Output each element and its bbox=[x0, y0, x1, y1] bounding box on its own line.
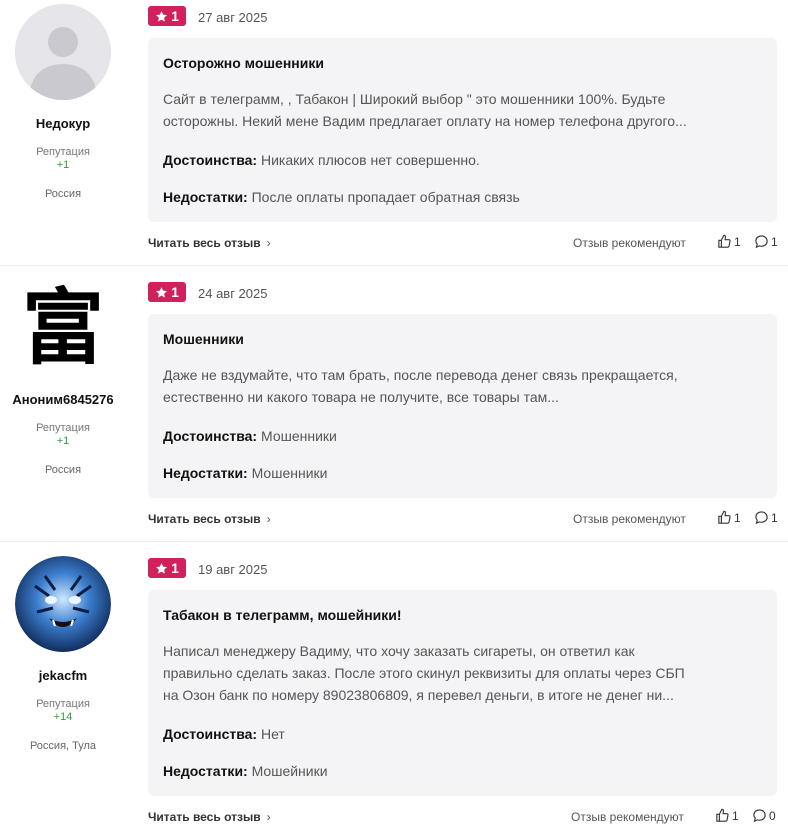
review-text-line: Написал менеджеру Вадиму, что хочу заказ… bbox=[163, 643, 635, 659]
recommend-label: Отзыв рекомендуют bbox=[571, 810, 684, 824]
author-location: Россия, Тула bbox=[29, 740, 97, 752]
thumbs-up-icon bbox=[718, 234, 731, 248]
cons: Недостатки: После оплаты пропадает обрат… bbox=[163, 189, 520, 205]
review-text: Даже не вздумайте, что там брать, после … bbox=[163, 364, 768, 408]
read-full-review-link[interactable]: Читать весь отзыв › bbox=[148, 810, 271, 824]
cons-label: Недостатки: bbox=[163, 189, 248, 205]
like-count: 1 bbox=[734, 510, 741, 525]
pros: Достоинства: Никаких плюсов нет совершен… bbox=[163, 152, 480, 168]
avatar[interactable] bbox=[15, 556, 111, 652]
star-icon bbox=[156, 562, 168, 574]
comment-count: 1 bbox=[771, 510, 778, 525]
tiger-avatar-icon bbox=[15, 556, 111, 652]
cons-text: После оплаты пропадает обратная связь bbox=[251, 189, 520, 205]
review-card[interactable]: Мошенники Даже не вздумайте, что там бра… bbox=[148, 314, 777, 498]
like-button[interactable]: 1 bbox=[717, 510, 741, 525]
like-count: 1 bbox=[734, 234, 741, 249]
review-title[interactable]: Табакон в телеграмм, мошейники! bbox=[163, 607, 402, 623]
hanzi-avatar-icon: 富 bbox=[21, 280, 104, 376]
review-card[interactable]: Осторожно мошенники Сайт в телеграмм, , … bbox=[148, 38, 777, 222]
review-text-line: осторожны. Некий мене Вадим предлагает о… bbox=[163, 113, 687, 129]
reputation-value: +1 bbox=[56, 159, 70, 171]
review-text-line: естественно ни какого товара не получите… bbox=[163, 389, 559, 405]
author-name[interactable]: Недокур bbox=[0, 116, 126, 131]
comment-count: 0 bbox=[769, 808, 776, 823]
chevron-right-icon: › bbox=[266, 236, 271, 250]
cons: Недостатки: Мошейники bbox=[163, 763, 328, 779]
reputation-label: Репутация bbox=[36, 146, 90, 158]
review-item: 富 Аноним6845276 Репутация +1 Россия 1 24… bbox=[0, 276, 788, 541]
read-full-review-link[interactable]: Читать весь отзыв › bbox=[148, 236, 271, 250]
comment-icon bbox=[755, 511, 768, 525]
star-icon bbox=[156, 286, 168, 298]
review-title[interactable]: Осторожно мошенники bbox=[163, 55, 324, 71]
rating-badge: 1 bbox=[148, 282, 186, 302]
review-card[interactable]: Табакон в телеграмм, мошейники! Написал … bbox=[148, 590, 777, 796]
like-button[interactable]: 1 bbox=[715, 808, 739, 823]
like-count: 1 bbox=[732, 808, 739, 823]
pros-label: Достоинства: bbox=[163, 726, 258, 742]
thumbs-up-icon bbox=[716, 808, 729, 822]
rating-value: 1 bbox=[171, 560, 179, 576]
author-name[interactable]: Аноним6845276 bbox=[0, 392, 126, 407]
review-text-line: Сайт в телеграмм, , Табакон | Широкий вы… bbox=[163, 91, 666, 107]
read-full-review-link[interactable]: Читать весь отзыв › bbox=[148, 512, 271, 526]
rating-value: 1 bbox=[171, 8, 179, 24]
cons: Недостатки: Мошенники bbox=[163, 465, 327, 481]
avatar[interactable]: 富 bbox=[15, 280, 111, 376]
pros-text: Никаких плюсов нет совершенно. bbox=[261, 152, 480, 168]
review-date: 27 авг 2025 bbox=[198, 10, 268, 25]
rating-badge: 1 bbox=[148, 6, 186, 26]
review-date: 24 авг 2025 bbox=[198, 286, 268, 301]
cons-label: Недостатки: bbox=[163, 465, 248, 481]
recommend-label: Отзыв рекомендуют bbox=[573, 512, 686, 526]
cons-text: Мошенники bbox=[251, 465, 328, 481]
review-text-line: правильно сделать заказ. После этого ски… bbox=[163, 665, 685, 681]
star-icon bbox=[156, 10, 168, 22]
like-button[interactable]: 1 bbox=[717, 234, 741, 249]
review-date: 19 авг 2025 bbox=[198, 562, 268, 577]
review-divider bbox=[0, 541, 788, 542]
author-name[interactable]: jekacfm bbox=[0, 668, 126, 683]
author-location: Россия bbox=[44, 188, 82, 200]
pros-label: Достоинства: bbox=[163, 428, 258, 444]
rating-badge: 1 bbox=[148, 558, 186, 578]
review-title[interactable]: Мошенники bbox=[163, 331, 244, 347]
chevron-right-icon: › bbox=[266, 810, 271, 824]
reputation-label: Репутация bbox=[36, 698, 90, 710]
cons-label: Недостатки: bbox=[163, 763, 248, 779]
cons-text: Мошейники bbox=[251, 763, 328, 779]
chevron-right-icon: › bbox=[266, 512, 271, 526]
pros-text: Мошенники bbox=[261, 428, 337, 444]
comment-icon bbox=[753, 809, 766, 823]
recommend-label: Отзыв рекомендуют bbox=[573, 236, 686, 250]
comments-button[interactable]: 1 bbox=[754, 234, 778, 249]
review-text: Написал менеджеру Вадиму, что хочу заказ… bbox=[163, 640, 768, 706]
reputation-value: +1 bbox=[56, 435, 70, 447]
review-text-line: Даже не вздумайте, что там брать, после … bbox=[163, 367, 678, 383]
comment-icon bbox=[755, 235, 768, 249]
comments-button[interactable]: 1 bbox=[754, 510, 778, 525]
pros-label: Достоинства: bbox=[163, 152, 258, 168]
review-divider bbox=[0, 265, 788, 266]
review-item: jekacfm Репутация +14 Россия, Тула 1 19 … bbox=[0, 552, 788, 839]
review-text-line: на Озон банк по номеру 89023806809, я пе… bbox=[163, 687, 674, 703]
review-text: Сайт в телеграмм, , Табакон | Широкий вы… bbox=[163, 88, 768, 132]
thumbs-up-icon bbox=[718, 510, 731, 524]
pros: Достоинства: Нет bbox=[163, 726, 285, 742]
comment-count: 1 bbox=[771, 234, 778, 249]
reputation-label: Репутация bbox=[36, 422, 90, 434]
review-item: Недокур Репутация +1 Россия 1 27 авг 202… bbox=[0, 0, 788, 265]
avatar[interactable] bbox=[15, 4, 111, 100]
reputation-value: +14 bbox=[53, 711, 73, 723]
pros: Достоинства: Мошенники bbox=[163, 428, 337, 444]
rating-value: 1 bbox=[171, 284, 179, 300]
comments-button[interactable]: 0 bbox=[752, 808, 776, 823]
author-location: Россия bbox=[44, 464, 82, 476]
pros-text: Нет bbox=[261, 726, 285, 742]
default-avatar-icon bbox=[15, 4, 111, 100]
